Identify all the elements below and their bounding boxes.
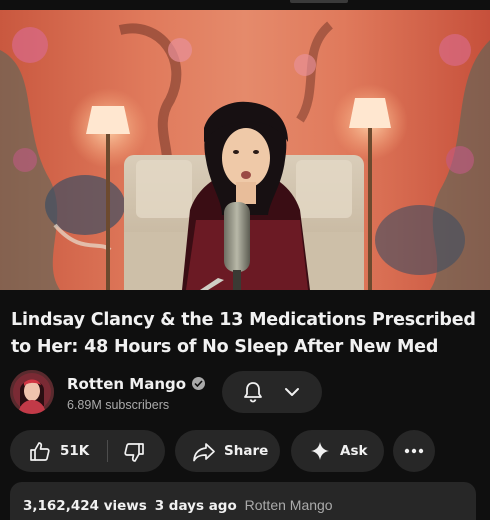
more-horizontal-icon [404,448,424,454]
video-player[interactable] [0,10,490,290]
avatar-image [10,370,54,414]
verified-check-icon [192,377,206,390]
top-bar [0,0,490,10]
description-box[interactable]: 3,162,424 views 3 days ago Rotten Mango [10,482,476,520]
subscriber-count: 6.89M subscribers [67,398,170,412]
share-arrow-icon [193,443,215,462]
like-divider [107,440,108,462]
sparkle-icon [311,442,329,460]
view-count: 3,162,424 views [23,498,147,514]
like-dislike-group: 51K [10,430,165,472]
channel-name-wrap[interactable]: Rotten Mango [67,375,206,393]
description-meta: 3,162,424 views 3 days ago Rotten Mango [23,497,333,514]
chevron-down-icon [285,388,299,396]
top-bar-handle [290,0,348,3]
video-frame [0,10,490,290]
channel-avatar[interactable] [10,370,54,414]
bell-icon [244,382,262,403]
more-actions-button[interactable] [393,430,435,472]
channel-row: Rotten Mango 6.89M subscribers [10,368,480,416]
upload-age: 3 days ago [154,498,237,514]
action-bar: 51K Share Ask [10,430,480,472]
subscribed-button[interactable] [222,371,322,413]
thumbs-down-icon[interactable] [122,440,146,464]
video-title: Lindsay Clancy & the 13 Medications Pres… [11,310,476,357]
share-button[interactable]: Share [175,430,280,472]
thumbs-up-icon[interactable] [28,440,52,464]
share-label: Share [224,443,269,459]
ask-label: Ask [340,443,368,459]
like-count[interactable]: 51K [60,443,89,459]
channel-name[interactable]: Rotten Mango [67,375,186,393]
ask-button[interactable]: Ask [291,430,384,472]
description-channel-tag[interactable]: Rotten Mango [245,497,333,513]
